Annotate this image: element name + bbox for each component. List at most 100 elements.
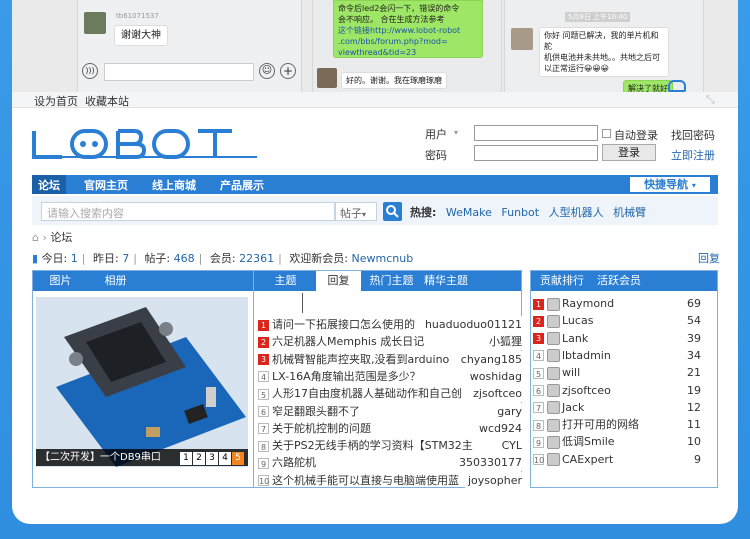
topic-row[interactable]: 7 关于舵机控制的问题 wcd924 <box>258 419 522 437</box>
topic-row[interactable]: 1 请问一下拓展接口怎么使用的 huaduoduo01121 <box>258 316 522 333</box>
featured-image[interactable] <box>36 297 248 467</box>
search-button[interactable] <box>383 202 402 221</box>
topic-title[interactable]: 关于舵机控制的问题 <box>272 422 371 435</box>
tab-topics[interactable]: 主题 <box>258 271 313 291</box>
topic-row[interactable]: 8 关于PS2无线手柄的学习资料【STM32主 CYL <box>258 437 522 455</box>
bookmark-link[interactable]: 收藏本站 <box>85 93 129 109</box>
auto-login-label[interactable]: 自动登录 <box>614 127 658 143</box>
lobot-logo[interactable] <box>32 127 262 161</box>
topic-title[interactable]: LX-16A角度输出范围是多少？ <box>272 370 421 383</box>
topic-author[interactable]: 小狐狸 <box>486 333 522 351</box>
member-name[interactable]: Raymond <box>562 297 614 310</box>
avatar[interactable] <box>547 349 560 363</box>
password-input[interactable] <box>474 145 598 161</box>
login-button[interactable]: 登录 <box>602 144 656 161</box>
topic-title[interactable]: 窄足翻跟头翻不了 <box>272 405 360 418</box>
topic-author[interactable]: gary <box>494 402 522 420</box>
find-password-link[interactable]: 找回密码 <box>671 127 715 143</box>
quick-nav-button[interactable]: 快捷导航 ▾ <box>630 177 710 192</box>
topic-title[interactable]: 六足机器人Memphis 成长日记 <box>272 335 424 348</box>
rank-row[interactable]: 9 低调Smile 10 <box>533 433 705 450</box>
topic-row[interactable]: 2 六足机器人Memphis 成长日记 小狐狸 <box>258 333 522 351</box>
avatar[interactable] <box>547 297 560 311</box>
rank-row[interactable]: 1 Raymond 69 <box>533 295 705 312</box>
auto-login-checkbox[interactable] <box>602 129 611 138</box>
set-home-link[interactable]: 设为首页 <box>34 93 78 109</box>
pager-item[interactable]: 3 <box>206 452 218 465</box>
rank-row[interactable]: 5 will 21 <box>533 364 705 381</box>
member-name[interactable]: zjsoftceo <box>562 384 611 397</box>
reply-link[interactable]: 回复 <box>698 250 720 266</box>
breadcrumb-current[interactable]: 论坛 <box>50 231 72 244</box>
topic-row[interactable]: 4 LX-16A角度输出范围是多少？ woshidag <box>258 367 522 385</box>
topic-author[interactable]: wcd924 <box>475 419 522 437</box>
tab-images[interactable]: 图片 <box>33 271 88 291</box>
rank-row[interactable]: 2 Lucas 54 <box>533 312 705 329</box>
member-name[interactable]: 低调Smile <box>562 435 615 448</box>
topic-author[interactable]: woshidag <box>466 367 522 385</box>
hot-search-term[interactable]: 机械臂 <box>613 206 646 219</box>
tab-albums[interactable]: 相册 <box>88 271 143 291</box>
username-input[interactable] <box>474 125 598 141</box>
member-name[interactable]: Jack <box>562 401 584 414</box>
avatar[interactable] <box>547 332 560 346</box>
newest-member-link[interactable]: Newmcnub <box>352 252 414 265</box>
topic-author[interactable]: chyang185 <box>457 350 522 368</box>
register-link[interactable]: 立即注册 <box>671 147 715 163</box>
topic-author[interactable]: zjsoftceo <box>470 385 522 403</box>
topic-title[interactable]: 请问一下拓展接口怎么使用的 <box>272 318 415 331</box>
avatar[interactable] <box>547 401 560 415</box>
pager-item-current[interactable]: 5 <box>232 452 244 465</box>
topic-author[interactable]: joysopher <box>464 471 522 489</box>
home-icon[interactable]: ⌂ <box>32 231 39 244</box>
nav-item-products[interactable]: 产品展示 <box>220 177 264 193</box>
avatar[interactable] <box>547 314 560 328</box>
avatar[interactable] <box>547 366 560 380</box>
topic-row[interactable]: 3 机械臂智能声控夹取,没看到arduino chyang185 <box>258 350 522 368</box>
hot-search-term[interactable]: Funbot <box>501 206 539 219</box>
rank-row[interactable]: 10 CAExpert 9 <box>533 451 705 468</box>
topic-author[interactable]: 350330177 <box>456 454 522 472</box>
member-name[interactable]: Lank <box>562 332 588 345</box>
hot-search-term[interactable]: 人型机器人 <box>549 206 604 219</box>
rank-row[interactable]: 8 打开可用的网络 11 <box>533 416 705 433</box>
emoji-icon[interactable]: ☺ <box>259 63 275 79</box>
pager-item[interactable]: 4 <box>219 452 231 465</box>
avatar[interactable] <box>547 435 560 449</box>
topic-title[interactable]: 这个机械手能可以直接与电脑端使用蓝 <box>272 474 459 487</box>
member-name[interactable]: will <box>562 366 580 379</box>
tab-hot-topics[interactable]: 热门主题 <box>364 271 419 291</box>
rank-row[interactable]: 6 zjsoftceo 19 <box>533 382 705 399</box>
pager-item[interactable]: 1 <box>180 452 192 465</box>
nav-item-home[interactable]: 官网主页 <box>84 177 128 193</box>
topic-row[interactable]: 6 窄足翻跟头翻不了 gary <box>258 402 522 420</box>
hot-search-term[interactable]: WeMake <box>446 206 492 219</box>
pager-item[interactable]: 2 <box>193 452 205 465</box>
topic-row[interactable]: 5 人形17自由度机器人基础动作和自己创 zjsoftceo <box>258 385 522 403</box>
nav-item-shop[interactable]: 线上商城 <box>152 177 196 193</box>
chat-input[interactable] <box>104 63 254 81</box>
avatar[interactable] <box>547 418 560 432</box>
rank-row[interactable]: 7 Jack 12 <box>533 399 705 416</box>
chevron-down-icon[interactable]: ▾ <box>454 128 458 137</box>
topic-title[interactable]: 六路舵机 <box>272 456 316 469</box>
tab-featured-topics[interactable]: 精华主题 <box>420 271 472 291</box>
nav-item-forum[interactable]: 论坛 <box>32 175 66 194</box>
avatar[interactable] <box>547 384 560 397</box>
rank-row[interactable]: 3 Lank 39 <box>533 330 705 347</box>
topic-row[interactable]: 10 这个机械手能可以直接与电脑端使用蓝 joysopher <box>258 471 522 489</box>
voice-icon[interactable]: ))) <box>82 63 98 79</box>
add-icon[interactable]: + <box>280 63 296 79</box>
tab-active-members[interactable]: 活跃会员 <box>593 271 645 291</box>
tab-contribution-rank[interactable]: 贡献排行 <box>531 271 593 291</box>
avatar[interactable] <box>547 453 560 467</box>
member-name[interactable]: CAExpert <box>562 453 613 466</box>
topic-author[interactable]: CYL <box>498 437 522 455</box>
topic-title[interactable]: 人形17自由度机器人基础动作和自己创 <box>272 387 462 400</box>
member-name[interactable]: Lucas <box>562 314 593 327</box>
tab-replies[interactable]: 回复 <box>316 271 361 291</box>
topic-title[interactable]: 关于PS2无线手柄的学习资料【STM32主 <box>272 439 473 452</box>
topic-author[interactable]: huaduoduo01121 <box>421 316 522 333</box>
topic-title[interactable]: 机械臂智能声控夹取,没看到arduino <box>272 353 449 366</box>
member-name[interactable]: lbtadmin <box>562 349 611 362</box>
